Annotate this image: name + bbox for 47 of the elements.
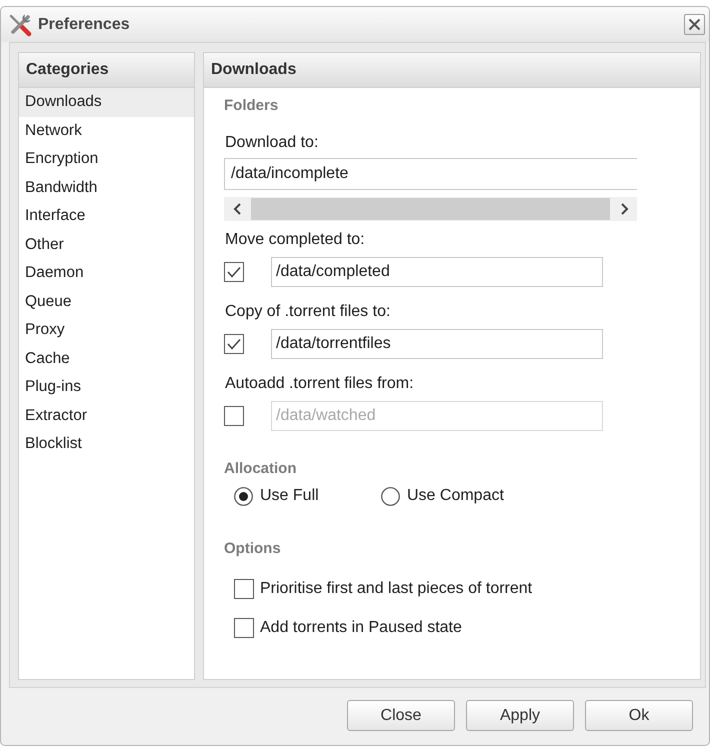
category-item[interactable]: Extractor: [19, 402, 194, 430]
tools-icon: [8, 12, 32, 36]
checkbox[interactable]: [224, 406, 244, 426]
option-label[interactable]: Prioritise first and last pieces of torrent: [260, 580, 532, 598]
panel-header: Downloads: [204, 53, 700, 88]
category-item[interactable]: Queue: [19, 288, 194, 316]
categories-header: Categories: [19, 53, 194, 88]
dialog-button[interactable]: Close: [347, 700, 455, 731]
section-title: Options: [224, 539, 282, 559]
dialog-button[interactable]: Ok: [585, 700, 693, 731]
checkbox[interactable]: [224, 262, 244, 282]
horizontal-scrollbar[interactable]: [224, 197, 637, 221]
category-item[interactable]: Proxy: [19, 316, 194, 344]
section-title: Folders: [224, 96, 280, 116]
section-title: Allocation: [224, 459, 298, 479]
category-item[interactable]: Bandwidth: [19, 174, 194, 202]
field-label: Download to:: [225, 133, 318, 153]
field-label: Move completed to:: [225, 230, 365, 250]
close-icon: [688, 18, 701, 31]
category-item[interactable]: Other: [19, 230, 194, 259]
radio-button[interactable]: [234, 486, 253, 506]
close-button[interactable]: [684, 14, 705, 35]
checkbox[interactable]: [224, 334, 244, 354]
category-item[interactable]: Encryption: [19, 145, 194, 174]
category-item[interactable]: Downloads: [19, 88, 194, 116]
dialog-button[interactable]: Apply: [466, 700, 574, 731]
chevron-left-icon[interactable]: [232, 203, 242, 215]
field-label: Copy of .torrent files to:: [225, 302, 390, 322]
chevron-right-icon[interactable]: [618, 203, 628, 215]
checkbox[interactable]: [234, 579, 254, 599]
path-field[interactable]: /data/incomplete: [224, 158, 637, 190]
category-item[interactable]: Blocklist: [19, 430, 194, 458]
category-item[interactable]: Cache: [19, 344, 194, 373]
option-label[interactable]: Add torrents in Paused state: [260, 619, 462, 637]
category-item[interactable]: Interface: [19, 202, 194, 230]
scrollbar-thumb[interactable]: [251, 198, 610, 220]
category-item[interactable]: Network: [19, 116, 194, 145]
radio-label[interactable]: Use Full: [260, 487, 319, 505]
category-item[interactable]: Daemon: [19, 259, 194, 288]
radio-button[interactable]: [381, 486, 400, 506]
path-field[interactable]: /data/completed: [271, 257, 603, 287]
checkbox[interactable]: [234, 618, 254, 638]
path-field[interactable]: /data/torrentfiles: [271, 329, 603, 359]
radio-label[interactable]: Use Compact: [407, 487, 504, 505]
window-title: Preferences: [38, 16, 130, 34]
field-label: Autoadd .torrent files from:: [225, 374, 414, 394]
category-item[interactable]: Plug-ins: [19, 373, 194, 402]
